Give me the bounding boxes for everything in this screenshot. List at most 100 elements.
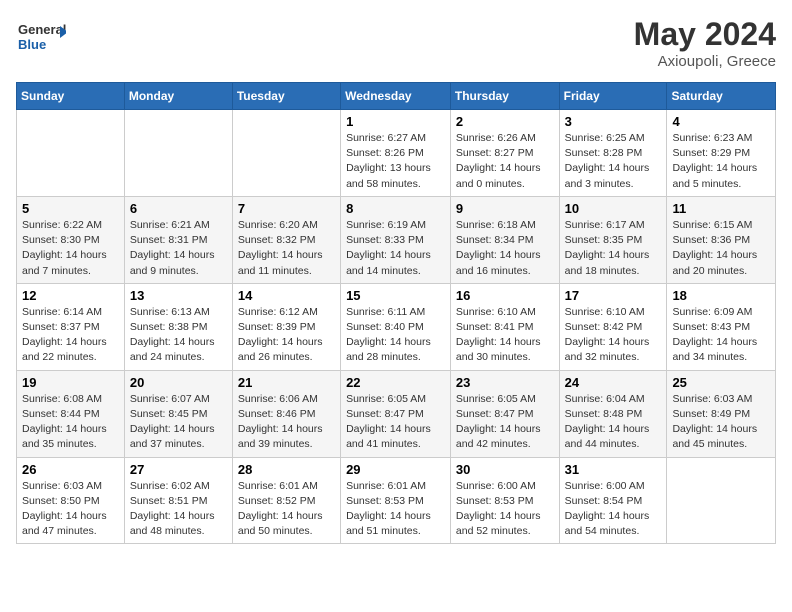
header-sunday: Sunday [17,83,125,110]
calendar-cell: 1 Sunrise: 6:27 AMSunset: 8:26 PMDaylight… [341,110,451,197]
day-number: 3 [565,114,662,129]
calendar-cell: 13Sunrise: 6:13 AMSunset: 8:38 PMDayligh… [124,283,232,370]
day-number: 16 [456,288,554,303]
calendar-cell: 17 Sunrise: 6:10 AMSunset: 8:42 PMDayligh… [559,283,667,370]
day-info: Sunrise: 6:26 AMSunset: 8:27 PMDaylight:… [456,131,554,192]
day-number: 8 [346,201,445,216]
day-number: 21 [238,375,335,390]
calendar-cell: 14Sunrise: 6:12 AMSunset: 8:39 PMDayligh… [232,283,340,370]
calendar-week-row: 19 Sunrise: 6:08 AMSunset: 8:44 PMDayligh… [17,370,776,457]
day-info: Sunrise: 6:25 AMSunset: 8:28 PMDaylight:… [565,131,662,192]
day-info: Sunrise: 6:22 AMSunset: 8:30 PMDaylight:… [22,218,119,279]
day-info: Sunrise: 6:05 AMSunset: 8:47 PMDaylight:… [456,392,554,453]
calendar-cell: 29 Sunrise: 6:01 AMSunset: 8:53 PMDayligh… [341,457,451,544]
day-number: 19 [22,375,119,390]
day-number: 17 [565,288,662,303]
logo: General Blue [16,16,66,56]
calendar-cell [667,457,776,544]
calendar-cell: 12Sunrise: 6:14 AMSunset: 8:37 PMDayligh… [17,283,125,370]
location-title: Axioupoli, Greece [634,53,776,70]
calendar-cell: 8 Sunrise: 6:19 AMSunset: 8:33 PMDaylight… [341,196,451,283]
calendar-week-row: 1 Sunrise: 6:27 AMSunset: 8:26 PMDaylight… [17,110,776,197]
calendar-cell: 23 Sunrise: 6:05 AMSunset: 8:47 PMDayligh… [450,370,559,457]
header-thursday: Thursday [450,83,559,110]
header-friday: Friday [559,83,667,110]
calendar-cell: 11 Sunrise: 6:15 AMSunset: 8:36 PMDayligh… [667,196,776,283]
day-info: Sunrise: 6:05 AMSunset: 8:47 PMDaylight:… [346,392,445,453]
calendar-table: SundayMondayTuesdayWednesdayThursdayFrid… [16,82,776,544]
day-info: Sunrise: 6:01 AMSunset: 8:52 PMDaylight:… [238,479,335,540]
header-wednesday: Wednesday [341,83,451,110]
calendar-week-row: 12Sunrise: 6:14 AMSunset: 8:37 PMDayligh… [17,283,776,370]
svg-text:Blue: Blue [18,37,46,52]
day-number: 31 [565,462,662,477]
header-monday: Monday [124,83,232,110]
day-number: 15 [346,288,445,303]
day-number: 30 [456,462,554,477]
day-info: Sunrise: 6:18 AMSunset: 8:34 PMDaylight:… [456,218,554,279]
day-number: 23 [456,375,554,390]
day-info: Sunrise: 6:01 AMSunset: 8:53 PMDaylight:… [346,479,445,540]
calendar-cell: 6Sunrise: 6:21 AMSunset: 8:31 PMDaylight… [124,196,232,283]
calendar-cell: 2 Sunrise: 6:26 AMSunset: 8:27 PMDaylight… [450,110,559,197]
calendar-week-row: 26 Sunrise: 6:03 AMSunset: 8:50 PMDayligh… [17,457,776,544]
calendar-cell: 26 Sunrise: 6:03 AMSunset: 8:50 PMDayligh… [17,457,125,544]
day-number: 26 [22,462,119,477]
calendar-week-row: 5 Sunrise: 6:22 AMSunset: 8:30 PMDaylight… [17,196,776,283]
day-info: Sunrise: 6:19 AMSunset: 8:33 PMDaylight:… [346,218,445,279]
day-info: Sunrise: 6:02 AMSunset: 8:51 PMDaylight:… [130,479,227,540]
calendar-cell: 22 Sunrise: 6:05 AMSunset: 8:47 PMDayligh… [341,370,451,457]
day-info: Sunrise: 6:23 AMSunset: 8:29 PMDaylight:… [672,131,770,192]
calendar-cell: 20Sunrise: 6:07 AMSunset: 8:45 PMDayligh… [124,370,232,457]
day-number: 1 [346,114,445,129]
calendar-cell: 15 Sunrise: 6:11 AMSunset: 8:40 PMDayligh… [341,283,451,370]
day-info: Sunrise: 6:20 AMSunset: 8:32 PMDaylight:… [238,218,335,279]
calendar-cell: 21 Sunrise: 6:06 AMSunset: 8:46 PMDayligh… [232,370,340,457]
calendar-cell: 31 Sunrise: 6:00 AMSunset: 8:54 PMDayligh… [559,457,667,544]
day-info: Sunrise: 6:08 AMSunset: 8:44 PMDaylight:… [22,392,119,453]
calendar-cell: 19 Sunrise: 6:08 AMSunset: 8:44 PMDayligh… [17,370,125,457]
day-info: Sunrise: 6:15 AMSunset: 8:36 PMDaylight:… [672,218,770,279]
calendar-cell: 4 Sunrise: 6:23 AMSunset: 8:29 PMDaylight… [667,110,776,197]
calendar-cell: 5 Sunrise: 6:22 AMSunset: 8:30 PMDaylight… [17,196,125,283]
day-number: 4 [672,114,770,129]
day-number: 2 [456,114,554,129]
calendar-cell: 24 Sunrise: 6:04 AMSunset: 8:48 PMDayligh… [559,370,667,457]
day-info: Sunrise: 6:03 AMSunset: 8:50 PMDaylight:… [22,479,119,540]
header-tuesday: Tuesday [232,83,340,110]
day-number: 10 [565,201,662,216]
calendar-cell: 25 Sunrise: 6:03 AMSunset: 8:49 PMDayligh… [667,370,776,457]
calendar-cell: 7 Sunrise: 6:20 AMSunset: 8:32 PMDaylight… [232,196,340,283]
day-info: Sunrise: 6:09 AMSunset: 8:43 PMDaylight:… [672,305,770,366]
day-number: 7 [238,201,335,216]
page-header: General Blue May 2024 Axioupoli, Greece [16,16,776,70]
day-number: 9 [456,201,554,216]
day-number: 22 [346,375,445,390]
day-info: Sunrise: 6:03 AMSunset: 8:49 PMDaylight:… [672,392,770,453]
day-info: Sunrise: 6:27 AMSunset: 8:26 PMDaylight:… [346,131,445,192]
header-saturday: Saturday [667,83,776,110]
day-info: Sunrise: 6:06 AMSunset: 8:46 PMDaylight:… [238,392,335,453]
day-number: 6 [130,201,227,216]
day-info: Sunrise: 6:00 AMSunset: 8:54 PMDaylight:… [565,479,662,540]
calendar-cell: 28Sunrise: 6:01 AMSunset: 8:52 PMDayligh… [232,457,340,544]
day-info: Sunrise: 6:11 AMSunset: 8:40 PMDaylight:… [346,305,445,366]
day-info: Sunrise: 6:00 AMSunset: 8:53 PMDaylight:… [456,479,554,540]
day-number: 27 [130,462,227,477]
day-number: 25 [672,375,770,390]
day-info: Sunrise: 6:12 AMSunset: 8:39 PMDaylight:… [238,305,335,366]
day-number: 29 [346,462,445,477]
day-number: 24 [565,375,662,390]
calendar-header-row: SundayMondayTuesdayWednesdayThursdayFrid… [17,83,776,110]
calendar-cell: 16Sunrise: 6:10 AMSunset: 8:41 PMDayligh… [450,283,559,370]
day-info: Sunrise: 6:10 AMSunset: 8:42 PMDaylight:… [565,305,662,366]
logo-svg: General Blue [16,16,66,56]
title-block: May 2024 Axioupoli, Greece [634,16,776,70]
day-info: Sunrise: 6:04 AMSunset: 8:48 PMDaylight:… [565,392,662,453]
day-number: 11 [672,201,770,216]
calendar-cell: 10Sunrise: 6:17 AMSunset: 8:35 PMDayligh… [559,196,667,283]
svg-text:General: General [18,22,66,37]
calendar-cell: 18Sunrise: 6:09 AMSunset: 8:43 PMDayligh… [667,283,776,370]
day-number: 5 [22,201,119,216]
day-info: Sunrise: 6:13 AMSunset: 8:38 PMDaylight:… [130,305,227,366]
